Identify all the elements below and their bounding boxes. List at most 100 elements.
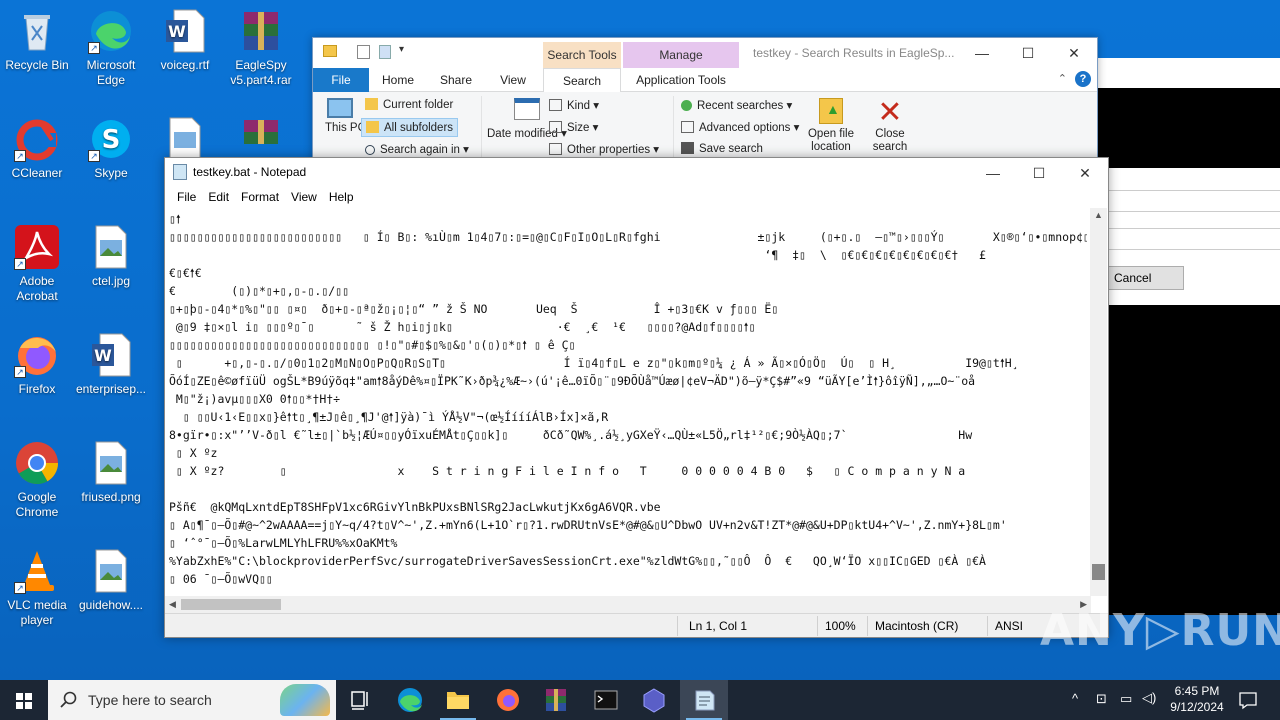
menu-edit[interactable]: Edit bbox=[202, 190, 235, 204]
current-folder-option[interactable]: Current folder bbox=[365, 98, 453, 111]
help-icon[interactable]: ? bbox=[1075, 71, 1091, 87]
chevron-up-icon[interactable]: ⌃ bbox=[1058, 72, 1067, 85]
volume-icon[interactable]: ◁) bbox=[1140, 680, 1160, 720]
menu-view[interactable]: View bbox=[285, 190, 323, 204]
tab-search[interactable]: Search bbox=[543, 68, 621, 93]
notepad-text-line bbox=[169, 480, 1087, 498]
winrar-archive-icon bbox=[238, 8, 284, 54]
search-icon bbox=[60, 691, 77, 708]
desktop-icon-skype[interactable]: S ↗ Skype bbox=[74, 116, 148, 181]
other-properties-dropdown[interactable]: Other properties ▾ bbox=[549, 142, 659, 156]
horizontal-scrollbar[interactable]: ◀ ▶ bbox=[165, 596, 1091, 613]
desktop-icon-adobe-acrobat[interactable]: ↗ Adobe Acrobat bbox=[0, 224, 74, 304]
firefox-icon bbox=[497, 689, 519, 711]
notification-center-icon[interactable] bbox=[1236, 680, 1260, 720]
taskbar-cmd[interactable] bbox=[582, 680, 630, 720]
close-button[interactable]: ✕ bbox=[1062, 158, 1108, 188]
vertical-scroll-thumb[interactable] bbox=[1092, 564, 1105, 580]
advanced-options-dropdown[interactable]: Advanced options ▾ bbox=[681, 120, 799, 134]
folder-icon bbox=[323, 45, 337, 57]
start-button[interactable] bbox=[0, 680, 48, 720]
ccleaner-icon: ↗ bbox=[14, 116, 60, 162]
task-view-button[interactable] bbox=[336, 680, 384, 720]
notepad-text-line: ▯ 06 ¯▯–Õ▯wVQ▯▯ bbox=[169, 572, 273, 586]
all-subfolders-option[interactable]: All subfolders bbox=[361, 118, 459, 137]
tab-view[interactable]: View bbox=[489, 68, 537, 92]
taskbar-edge[interactable] bbox=[386, 680, 434, 720]
close-button[interactable]: ✕ bbox=[1051, 38, 1097, 68]
menu-format[interactable]: Format bbox=[235, 190, 285, 204]
notepad-text-line: €▯€🠕€ bbox=[169, 266, 202, 280]
desktop-icon-eaglespy-rar[interactable]: EagleSpy v5.part4.rar bbox=[224, 8, 298, 88]
chrome-icon bbox=[14, 440, 60, 486]
kind-dropdown[interactable]: Kind ▾ bbox=[549, 98, 599, 112]
minimize-button[interactable]: — bbox=[970, 158, 1016, 188]
save-search-button[interactable]: Save search bbox=[681, 142, 763, 155]
taskbar-file-explorer[interactable] bbox=[434, 680, 482, 720]
taskbar-notepad[interactable] bbox=[680, 680, 728, 720]
notepad-text-line: ▯▯▯▯▯▯▯▯▯▯▯▯▯▯▯▯▯▯▯▯▯▯▯▯▯ ▯ Í▯ B▯: %ıÙ▯m… bbox=[169, 230, 1087, 244]
computer-icon bbox=[327, 98, 353, 118]
size-dropdown[interactable]: Size ▾ bbox=[549, 120, 598, 134]
taskbar-app-cube[interactable] bbox=[630, 680, 678, 720]
vertical-scrollbar[interactable]: ▲ bbox=[1090, 208, 1107, 596]
recent-searches-dropdown[interactable]: Recent searches ▾ bbox=[681, 98, 792, 112]
horizontal-scroll-thumb[interactable] bbox=[181, 599, 281, 610]
image-file-icon bbox=[88, 224, 134, 270]
vlc-cone-icon: ↗ bbox=[14, 548, 60, 594]
properties-icon[interactable] bbox=[357, 45, 370, 59]
close-search-button[interactable]: ✕ Close search bbox=[869, 98, 911, 154]
network-status-icon[interactable]: ⊡ bbox=[1094, 680, 1114, 720]
cancel-button[interactable]: Cancel bbox=[1108, 266, 1184, 290]
notepad-text-area[interactable]: ▯🠕 ▯▯▯▯▯▯▯▯▯▯▯▯▯▯▯▯▯▯▯▯▯▯▯▯▯ ▯ Í▯ B▯: %ıÙ… bbox=[165, 208, 1091, 596]
tab-search-tools-context: Search Tools bbox=[543, 42, 621, 68]
desktop-icon-guidehow[interactable]: guidehow.... bbox=[74, 548, 148, 613]
clock[interactable]: 6:45 PM 9/12/2024 bbox=[1166, 680, 1228, 720]
clock-time: 6:45 PM bbox=[1174, 684, 1220, 698]
desktop-icon-ctel-jpg[interactable]: ctel.jpg bbox=[74, 224, 148, 289]
tab-share[interactable]: Share bbox=[431, 68, 481, 92]
this-pc-button[interactable]: This PC bbox=[325, 98, 366, 134]
shortcut-arrow-icon: ↗ bbox=[14, 258, 26, 270]
desktop-icon-firefox[interactable]: ↗ Firefox bbox=[0, 332, 74, 397]
network-icon[interactable]: ▭ bbox=[1118, 680, 1138, 720]
desktop-icon-microsoft-edge[interactable]: ↗ Microsoft Edge bbox=[74, 8, 148, 88]
image-file-icon bbox=[162, 116, 208, 162]
status-zoom: 100% bbox=[825, 619, 856, 633]
open-file-location-button[interactable]: ▲ Open file location bbox=[807, 98, 855, 154]
status-cursor-position: Ln 1, Col 1 bbox=[689, 619, 748, 633]
desktop-icon-google-chrome[interactable]: Google Chrome bbox=[0, 440, 74, 520]
desktop-icon-voiceg-rtf[interactable]: W voiceg.rtf bbox=[148, 8, 222, 73]
desktop-icon-vlc[interactable]: ↗ VLC media player bbox=[0, 548, 74, 628]
tab-home[interactable]: Home bbox=[373, 68, 423, 92]
menu-help[interactable]: Help bbox=[323, 190, 360, 204]
notepad-text-line: @▯9 ‡▯×▯l i▯ ▯▯▯º▯¯▯ ˜ š Ž h▯i▯j▯k▯ ·€ ¸… bbox=[169, 320, 756, 334]
search-again-in-dropdown[interactable]: Search again in ▾ bbox=[365, 142, 469, 156]
scroll-left-arrow-icon[interactable]: ◀ bbox=[169, 599, 176, 610]
desktop-icon-enterprisep[interactable]: W enterprisep... bbox=[74, 332, 148, 397]
scroll-up-arrow-icon[interactable]: ▲ bbox=[1094, 210, 1103, 220]
notepad-text-line: Pšñ€ @kQMqLxntdEpT8SHFpV1xc6RGivYlnBkPUx… bbox=[169, 500, 661, 514]
menu-file[interactable]: File bbox=[171, 190, 202, 204]
save-icon bbox=[681, 142, 694, 154]
maximize-button[interactable]: ☐ bbox=[1005, 38, 1051, 68]
maximize-button[interactable]: ☐ bbox=[1016, 158, 1062, 188]
minimize-button[interactable]: — bbox=[959, 38, 1005, 68]
taskbar-winrar[interactable] bbox=[532, 680, 580, 720]
recent-searches-icon bbox=[681, 100, 692, 111]
notepad-text-line: € (▯)▯*▯+▯,▯-▯.▯/▯▯ bbox=[169, 284, 350, 298]
dialog-field bbox=[1098, 228, 1280, 250]
notepad-text-line: ▯ X ºz? ▯ x S t r i n g F i l e I n f o … bbox=[169, 464, 966, 478]
tab-application-tools[interactable]: Application Tools bbox=[623, 68, 739, 92]
notepad-text-line: ÕóÍ▯ZE▯ê©øfïüÜ ogŠL*B9úÿõq‡"am🠕8åýDê%¤▯Ï… bbox=[169, 374, 976, 388]
desktop-icon-friused-png[interactable]: friused.png bbox=[74, 440, 148, 505]
new-folder-icon[interactable] bbox=[379, 45, 391, 59]
desktop-icon-ccleaner[interactable]: ↗ CCleaner bbox=[0, 116, 74, 181]
chevron-down-icon[interactable]: ▾ bbox=[399, 44, 404, 55]
taskbar-firefox[interactable] bbox=[484, 680, 532, 720]
svg-text:W: W bbox=[94, 346, 112, 365]
desktop-icon-recycle-bin[interactable]: Recycle Bin bbox=[0, 8, 74, 73]
tray-overflow-chevron-icon[interactable]: ^ bbox=[1068, 680, 1088, 720]
tab-file[interactable]: File bbox=[313, 68, 369, 92]
taskbar-search-box[interactable]: Type here to search bbox=[48, 680, 336, 720]
